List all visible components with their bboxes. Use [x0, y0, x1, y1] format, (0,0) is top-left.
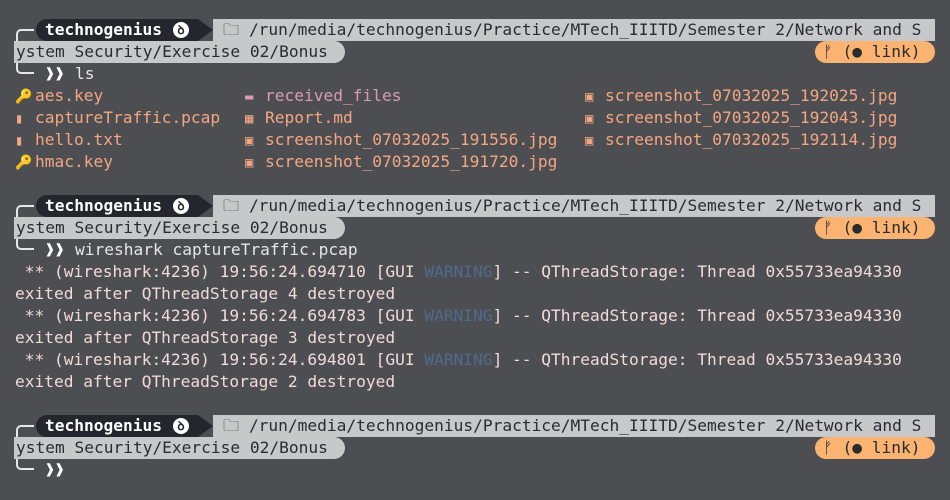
log-line: ** (wireshark:4236) 19:56:24.694710 [GUI…: [15, 262, 902, 281]
prompt-bar: technogenius ꝺ 🗀 /run/media/technogenius…: [0, 195, 935, 217]
git-status-badge: ᚠ (● link): [815, 41, 935, 63]
prompt-corner-decoration: [16, 425, 34, 437]
prompt-username: technogenius: [45, 20, 162, 39]
prompt-user-segment: technogenius ꝺ: [36, 415, 198, 437]
log-line: ** (wireshark:4236) 19:56:24.694783 [GUI…: [15, 306, 902, 325]
prompt-path: /run/media/technogenius/Practice/MTech_I…: [248, 196, 922, 215]
prompt-corner-decoration: [16, 239, 34, 250]
list-item: ▣ screenshot_07032025_191556.jpg: [245, 129, 557, 151]
command-text: wireshark captureTraffic.pcap: [75, 240, 358, 259]
folder-icon: 🗀: [223, 20, 249, 39]
image-icon: ▣: [585, 89, 594, 105]
git-branch-icon: ᚠ: [823, 42, 833, 61]
prompt-path-continued: ystem Security/Exercise 02/Bonus: [14, 437, 345, 459]
list-item: ▮ hello.txt: [15, 129, 123, 151]
log-level: WARNING: [424, 262, 493, 281]
image-icon: ▣: [245, 133, 254, 149]
powerline-arrow-icon: [198, 415, 213, 437]
prompt-path-segment: 🗀 /run/media/technogenius/Practice/MTech…: [213, 415, 935, 437]
git-status-text: (● link): [842, 218, 921, 237]
command-input[interactable]: [75, 459, 875, 481]
prompt-corner-decoration: [16, 205, 34, 217]
log-level: WARNING: [424, 306, 493, 325]
log-line-continued: exited after QThreadStorage 2 destroyed: [15, 372, 396, 391]
git-status-badge: ᚠ (● link): [815, 437, 935, 459]
list-item: 🔑 aes.key: [15, 85, 103, 107]
linux-distro-icon: ꝺ: [173, 198, 189, 214]
prompt-symbol: ❱❱: [45, 460, 65, 479]
list-item: ▣ screenshot_07032025_192043.jpg: [585, 107, 897, 129]
markdown-icon: ▦: [245, 111, 254, 127]
prompt-path-segment: 🗀 /run/media/technogenius/Practice/MTech…: [213, 195, 935, 217]
prompt-symbol: ❱❱: [45, 240, 65, 259]
list-item: ▦ Report.md: [245, 107, 353, 129]
git-status-text: (● link): [842, 42, 921, 61]
prompt-corner-decoration: [16, 63, 34, 74]
folder-icon: 🗀: [223, 416, 249, 435]
file-icon: ▮: [15, 111, 24, 127]
prompt-bar: technogenius ꝺ 🗀 /run/media/technogenius…: [0, 19, 935, 41]
prompt-bar: technogenius ꝺ 🗀 /run/media/technogenius…: [0, 415, 935, 437]
command-text: ls: [75, 64, 95, 83]
list-item: ▣ screenshot_07032025_191720.jpg: [245, 151, 557, 173]
prompt-user-segment: technogenius ꝺ: [36, 195, 198, 217]
prompt-path: /run/media/technogenius/Practice/MTech_I…: [248, 20, 922, 39]
linux-distro-icon: ꝺ: [173, 418, 189, 434]
git-branch-icon: ᚠ: [823, 438, 833, 457]
list-item: ▮ captureTraffic.pcap: [15, 107, 220, 129]
log-line: ** (wireshark:4236) 19:56:24.694801 [GUI…: [15, 350, 902, 369]
prompt-path: /run/media/technogenius/Practice/MTech_I…: [248, 416, 922, 435]
prompt-path-continued: ystem Security/Exercise 02/Bonus: [14, 217, 345, 239]
folder-icon: 🗀: [223, 196, 249, 215]
image-icon: ▣: [245, 155, 254, 171]
prompt-corner-decoration: [16, 29, 34, 41]
list-item: ▣ screenshot_07032025_192114.jpg: [585, 129, 897, 151]
prompt-path-segment: 🗀 /run/media/technogenius/Practice/MTech…: [213, 19, 935, 41]
git-status-badge: ᚠ (● link): [815, 217, 935, 239]
key-icon: 🔑: [15, 89, 33, 105]
log-line-continued: exited after QThreadStorage 3 destroyed: [15, 328, 396, 347]
prompt-path-continued: ystem Security/Exercise 02/Bonus: [14, 41, 345, 63]
image-icon: ▣: [585, 111, 594, 127]
list-item: ▣ screenshot_07032025_192025.jpg: [585, 85, 897, 107]
powerline-arrow-icon: [198, 195, 213, 217]
prompt-username: technogenius: [45, 416, 162, 435]
git-status-text: (● link): [842, 438, 921, 457]
prompt-symbol: ❱❱: [45, 64, 65, 83]
image-icon: ▣: [585, 133, 594, 149]
prompt-user-segment: technogenius ꝺ: [36, 19, 198, 41]
prompt-corner-decoration: [16, 459, 34, 470]
linux-distro-icon: ꝺ: [173, 22, 189, 38]
folder-icon: ▬: [245, 89, 254, 105]
git-branch-icon: ᚠ: [823, 218, 833, 237]
log-level: WARNING: [424, 350, 493, 369]
prompt-username: technogenius: [45, 196, 162, 215]
key-icon: 🔑: [15, 155, 33, 171]
list-item: ▬ received_files: [245, 85, 401, 107]
list-item: 🔑 hmac.key: [15, 151, 113, 173]
powerline-arrow-icon: [198, 19, 213, 41]
log-line-continued: exited after QThreadStorage 4 destroyed: [15, 284, 396, 303]
file-icon: ▮: [15, 133, 24, 149]
